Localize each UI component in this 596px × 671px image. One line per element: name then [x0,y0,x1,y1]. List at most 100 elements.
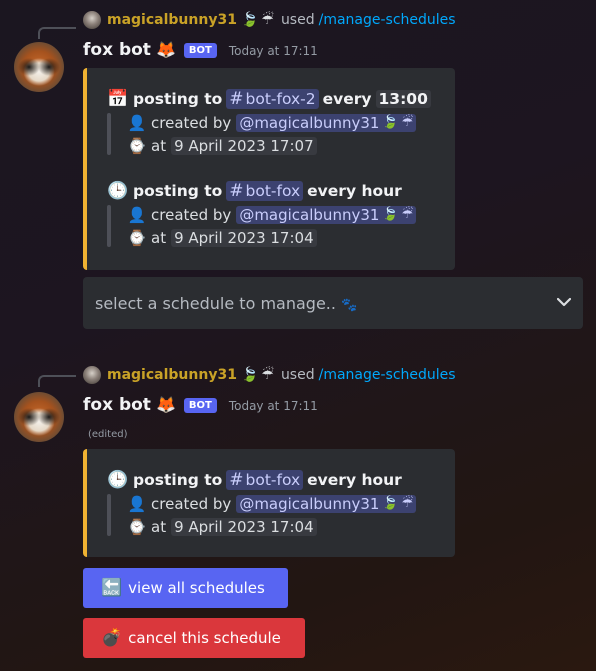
timestamp[interactable]: Today at 17:11 [229,399,318,413]
time-code: 13:00 [375,90,431,108]
watch-icon: ⌚ [127,517,147,536]
schedule-details: 👤 created by @magicalbunny31 🍃 ☔ ⌚ at 9 … [107,203,417,249]
bomb-icon: 💣 [101,628,123,648]
clock-icon: 🕒 [107,470,129,490]
user-mention[interactable]: @magicalbunny31 🍃 ☔ [236,494,417,513]
frequency-label: every hour [307,182,402,200]
frequency-label: every [322,90,372,108]
bot-avatar[interactable] [14,42,64,92]
hash-icon: # [229,470,244,490]
user-mention[interactable]: @magicalbunny31 🍃 ☔ [236,113,417,132]
created-by-line: 👤 created by @magicalbunny31 🍃 ☔ [127,111,431,134]
created-at-line: ⌚ at 9 April 2023 17:04 [127,515,416,538]
umbrella-icon: ☔ [261,367,274,383]
used-label: used [280,367,315,383]
created-by-label: created by [151,494,232,513]
umbrella-icon: ☔ [401,496,414,511]
channel-mention[interactable]: # bot-fox [226,181,304,201]
bot-tag: BOT [183,43,217,58]
replied-user-avatar[interactable] [83,366,101,384]
created-by-label: created by [151,113,232,132]
cancel-schedule-button[interactable]: 💣 cancel this schedule [83,618,305,658]
hash-icon: # [229,89,244,109]
at-label: at [151,517,167,536]
select-placeholder-text: select a schedule to manage.. [95,293,336,313]
posting-to-label: posting to [133,471,223,489]
command-link[interactable]: /manage-schedules [319,12,456,28]
at-label: at [151,228,167,247]
channel-mention[interactable]: # bot-fox [226,470,304,490]
reply-reference[interactable]: magicalbunny31 🍃 ☔ used /manage-schedule… [83,11,456,29]
at-label: at [151,136,167,155]
view-all-schedules-button[interactable]: 🔙 view all schedules [83,568,288,608]
user-mention-name: @magicalbunny31 [239,113,380,132]
schedule-details: 👤 created by @magicalbunny31 🍃 ☔ ⌚ at 9 … [107,111,431,157]
umbrella-icon: ☔ [401,207,414,222]
created-date[interactable]: 9 April 2023 17:04 [171,517,317,536]
paw-icon: 🐾 [341,297,358,313]
leaf-icon: 🍃 [240,12,259,28]
user-mention-name: @magicalbunny31 [239,494,380,513]
created-date[interactable]: 9 April 2023 17:07 [171,136,317,155]
command-link[interactable]: /manage-schedules [319,367,456,383]
cancel-schedule-label: cancel this schedule [128,629,281,647]
schedule-select-menu[interactable]: select a schedule to manage.. 🐾 [83,277,583,329]
frequency-label: every hour [307,471,402,489]
watch-icon: ⌚ [127,228,147,247]
schedule-entry: 📅 posting to # bot-fox-2 every 13:00 👤 cr… [107,87,431,157]
user-mention[interactable]: @magicalbunny31 🍃 ☔ [236,205,417,224]
channel-name: bot-fox [245,471,301,489]
user-mention-name: @magicalbunny31 [239,205,380,224]
umbrella-icon: ☔ [401,115,414,130]
reply-reference[interactable]: magicalbunny31 🍃 ☔ used /manage-schedule… [83,366,456,384]
schedule-title: 📅 posting to # bot-fox-2 every 13:00 [107,87,431,111]
reply-connector [38,27,76,39]
channel-mention[interactable]: # bot-fox-2 [226,89,319,109]
leaf-icon: 🍃 [240,367,259,383]
chevron-down-icon[interactable] [556,295,572,311]
created-at-line: ⌚ at 9 April 2023 17:07 [127,134,431,157]
leaf-icon: 🍃 [382,207,399,222]
leaf-icon: 🍃 [382,115,399,130]
person-icon: 👤 [127,113,147,132]
replied-username[interactable]: magicalbunny31 [107,367,237,383]
schedule-entry: 🕒 posting to # bot-fox every hour 👤 creat… [107,179,417,249]
schedule-title: 🕒 posting to # bot-fox every hour [107,179,416,203]
posting-to-label: posting to [133,182,223,200]
fox-icon: 🦊 [155,395,176,414]
author-name[interactable]: fox bot [83,395,151,415]
schedule-details: 👤 created by @magicalbunny31 🍃 ☔ ⌚ at 9 … [107,492,417,538]
edited-label: (edited) [88,429,128,440]
umbrella-icon: ☔ [261,12,274,28]
created-by-line: 👤 created by @magicalbunny31 🍃 ☔ [127,492,417,515]
replied-username[interactable]: magicalbunny31 [107,12,237,28]
schedule-entry: 🕒 posting to # bot-fox every hour 👤 creat… [107,468,417,538]
person-icon: 👤 [127,494,147,513]
select-placeholder: select a schedule to manage.. 🐾 [95,294,557,313]
reply-connector [38,375,76,387]
message-header: fox bot 🦊 BOT Today at 17:11 [83,395,318,415]
created-by-label: created by [151,205,232,224]
person-icon: 👤 [127,205,147,224]
view-all-schedules-label: view all schedules [128,579,265,597]
replied-user-avatar[interactable] [83,11,101,29]
hash-icon: # [229,181,244,201]
schedule-embed: 🕒 posting to # bot-fox every hour 👤 creat… [83,449,455,557]
back-icon: 🔙 [101,578,123,598]
channel-name: bot-fox [245,182,301,200]
bot-avatar[interactable] [14,392,64,442]
leaf-icon: 🍃 [382,496,399,511]
posting-to-label: posting to [133,90,223,108]
timestamp[interactable]: Today at 17:11 [229,44,318,58]
message-header: fox bot 🦊 BOT Today at 17:11 [83,40,318,60]
schedule-title: 🕒 posting to # bot-fox every hour [107,468,416,492]
fox-icon: 🦊 [155,40,176,59]
schedules-embed: 📅 posting to # bot-fox-2 every 13:00 👤 cr… [83,68,455,270]
watch-icon: ⌚ [127,136,147,155]
bot-tag: BOT [183,398,217,413]
author-name[interactable]: fox bot [83,40,151,60]
channel-name: bot-fox-2 [245,90,316,108]
created-at-line: ⌚ at 9 April 2023 17:04 [127,226,416,249]
created-by-line: 👤 created by @magicalbunny31 🍃 ☔ [127,203,417,226]
created-date[interactable]: 9 April 2023 17:04 [171,228,317,247]
